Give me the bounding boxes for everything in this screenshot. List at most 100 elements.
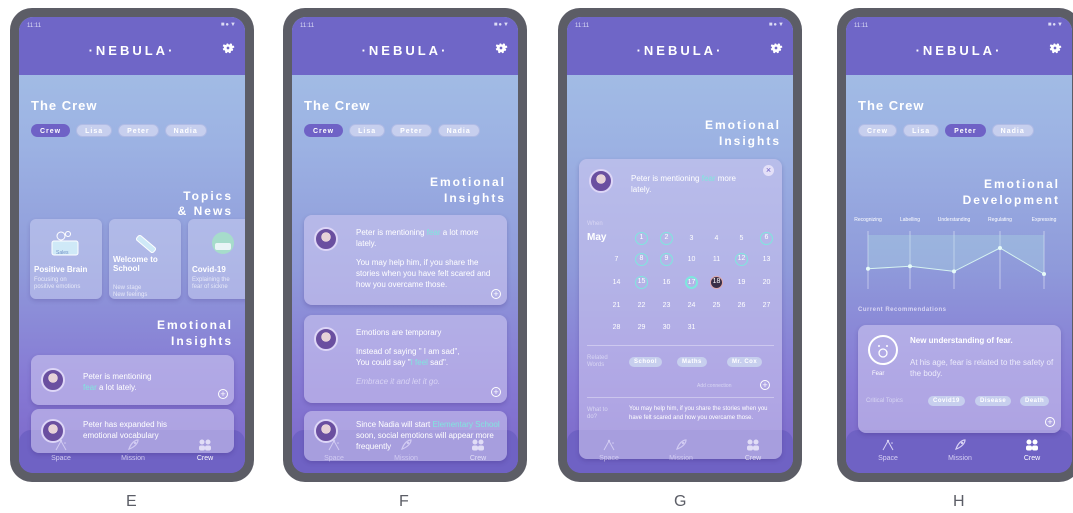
topic-card[interactable]: Sales Positive Brain Focusing on positive e… [30,219,102,299]
nav-item-space[interactable]: Space [858,437,918,462]
insight-card[interactable]: Peter is mentioning fear a lot more late… [304,215,507,305]
tab-lisa[interactable]: Lisa [903,124,940,137]
critical-topic-chip[interactable]: Death [1020,396,1050,406]
calendar-day[interactable]: 9 [660,253,673,266]
calendar-day[interactable]: 18 [710,276,723,289]
close-icon[interactable]: × [763,165,774,176]
calendar-day[interactable]: 24 [685,299,698,312]
insights-title-2: Insights [718,134,781,148]
calendar-day[interactable]: 4 [710,232,723,245]
calendar-day[interactable]: 23 [660,299,673,312]
add-icon[interactable]: + [1045,417,1055,427]
insight-text-b: a lot lately. [99,383,137,392]
topic-card[interactable]: Welcome to School New stage New feelings [109,219,181,299]
mission-icon [930,437,990,453]
add-icon[interactable]: + [218,389,228,399]
calendar-day[interactable]: 10 [685,253,698,266]
related-word-chip[interactable]: Maths [677,357,707,367]
card-highlight: I feel [410,358,428,367]
add-icon[interactable]: + [491,289,501,299]
calendar-day[interactable]: 11 [710,253,723,266]
critical-topics-label: Critical Topics [866,398,903,404]
insight-card[interactable]: Since Nadia will start Elementary School… [304,411,507,461]
calendar-day[interactable]: 15 [635,276,648,289]
related-words-label: Related Words [587,355,608,368]
calendar-day[interactable]: 8 [635,253,648,266]
topic-subtitle: positive emotions [34,284,81,290]
tab-peter[interactable]: Peter [391,124,432,137]
insight-detail-card: Peter is mentioning fear more lately. × Whe… [579,159,782,459]
related-word-chip[interactable]: Mr. Cox [727,357,763,367]
critical-topic-chip[interactable]: Covid19 [928,396,965,406]
calendar-day[interactable]: 16 [660,276,673,289]
calendar-day[interactable]: 2 [660,232,673,245]
gear-icon[interactable] [769,41,783,55]
gear-icon[interactable] [494,41,508,55]
tab-crew[interactable]: Crew [304,124,344,137]
calendar-day[interactable]: 20 [760,276,773,289]
insight-highlight: fear [701,174,716,183]
development-point [908,264,912,269]
gear-icon[interactable] [221,41,235,55]
tab-peter[interactable]: Peter [118,124,159,137]
recommendation-card[interactable]: Fear New understanding of fear. At his age… [858,325,1061,433]
calendar-day[interactable]: 21 [610,299,623,312]
status-time: 11:11 [300,23,315,29]
calendar-day[interactable]: 19 [735,276,748,289]
calendar-day[interactable]: 25 [710,299,723,312]
insights-title: Emotional [704,118,781,132]
gear-icon[interactable] [1048,41,1062,55]
calendar-day[interactable]: 14 [610,276,623,289]
calendar-day[interactable]: 28 [610,321,623,334]
insight-text-b: a lot more [442,228,479,237]
calendar-day[interactable]: 17 [685,276,698,289]
tab-crew[interactable]: Crew [858,124,898,137]
tab-nadia[interactable]: Nadia [991,124,1034,137]
development-point [866,266,870,271]
phone-screen: 11:11 ■●▼ ·NEBULA· Space Mission Crew The Crew… [19,17,245,473]
tab-crew[interactable]: Crew [31,124,71,137]
calendar-day[interactable]: 6 [760,232,773,245]
calendar-day[interactable]: 12 [735,253,748,266]
status-time: 11:11 [575,23,590,29]
add-icon[interactable]: + [491,387,501,397]
app-logo: ·NEBULA· [88,43,176,58]
insights-title: Emotional [156,318,233,332]
tab-peter[interactable]: Peter [945,124,986,137]
stage-label: Understanding [937,217,971,223]
nav-item-mission[interactable]: Mission [930,437,990,462]
calendar-day[interactable]: 7 [610,253,623,266]
calendar-day[interactable]: 1 [635,232,648,245]
insight-card[interactable]: Peter is mentioning fear a lot lately. + [31,355,234,405]
insight-text-b: soon, social emotions will appear more f… [356,431,494,451]
tab-nadia[interactable]: Nadia [437,124,480,137]
insight-card[interactable]: Peter has expanded his emotional vocabula… [31,409,234,453]
nav-label-mission: Mission [121,455,145,462]
calendar-day[interactable]: 3 [685,232,698,245]
tab-lisa[interactable]: Lisa [349,124,386,137]
calendar-day[interactable]: 26 [735,299,748,312]
tab-lisa[interactable]: Lisa [76,124,113,137]
topic-card[interactable]: Covid-19 Explaining the fear of sickne [188,219,245,299]
calendar-day[interactable]: 22 [635,299,648,312]
add-connection-icon[interactable]: + [760,380,770,390]
screen-label-e: E [126,493,137,510]
what-to-do-text: You may help him, if you share the stori… [629,406,768,421]
mask-icon [206,229,240,259]
crew-icon [1002,437,1062,453]
calendar-day[interactable]: 29 [635,321,648,334]
calendar-day[interactable]: 5 [735,232,748,245]
critical-topic-chip[interactable]: Disease [975,396,1012,406]
calendar-day[interactable]: 27 [760,299,773,312]
stage-label: Recognizing [854,217,882,223]
development-point [952,269,956,274]
calendar-day[interactable]: 13 [760,253,773,266]
related-word-chip[interactable]: School [629,357,663,367]
nav-item-crew[interactable]: Crew [1002,437,1062,462]
tab-nadia[interactable]: Nadia [164,124,207,137]
development-title: Emotional [983,177,1060,191]
calendar-day[interactable]: 30 [660,321,673,334]
topic-title: Welcome to School [113,255,158,273]
insight-card[interactable]: Emotions are temporary Instead of saying … [304,315,507,403]
calendar-day[interactable]: 31 [685,321,698,334]
